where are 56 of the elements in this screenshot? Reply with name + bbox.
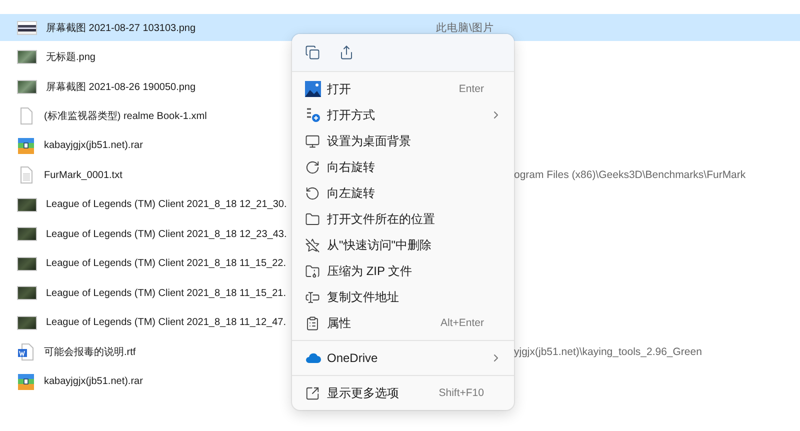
thumbnail-image <box>17 198 37 212</box>
file-name: League of Legends (TM) Client 2021_8_18 12_21_30. <box>46 199 287 210</box>
thumbnail-image <box>17 256 37 271</box>
file-name: kabayjgjx(jb51.net).rar <box>44 376 143 388</box>
zip-folder-icon <box>305 264 320 278</box>
file-location: 此电脑\图片 <box>436 20 494 35</box>
rotate-right-icon <box>305 160 320 174</box>
menu-item[interactable]: 显示更多选项 Shift+F10 <box>292 380 514 406</box>
menu-item[interactable]: 复制文件地址 <box>292 284 514 310</box>
menu-item[interactable]: 打开 Enter <box>292 76 514 102</box>
word-document-icon <box>17 343 35 362</box>
file-name: 可能会报毒的说明.rtf <box>44 346 136 360</box>
path-icon <box>305 290 320 304</box>
file-name: 无标题.png <box>46 50 96 64</box>
picture-icon <box>305 81 321 97</box>
monitor-icon <box>305 134 320 148</box>
shortcut-text: Alt+Enter <box>440 317 484 329</box>
file-name: 屏幕截图 2021-08-27 103103.png <box>46 22 196 35</box>
star-off-icon <box>305 238 320 252</box>
shortcut-text: Shift+F10 <box>438 387 484 399</box>
file-name: FurMark_0001.txt <box>44 170 122 181</box>
folder-icon <box>305 212 320 226</box>
thumbnail-image <box>17 316 37 330</box>
copy-icon <box>304 45 320 60</box>
thumbnail-image <box>17 80 37 94</box>
thumbnail-image <box>17 286 37 300</box>
archive-icon <box>17 136 35 155</box>
menu-item[interactable]: 设置为桌面背景 <box>292 128 514 154</box>
share-icon <box>338 45 354 60</box>
thumbnail-image <box>17 50 37 64</box>
thumbnail-image <box>17 20 37 35</box>
rotate-left-icon <box>305 186 320 200</box>
file-location: ogram Files (x86)\Geeks3D\Benchmarks\FurMark <box>514 169 746 182</box>
properties-icon <box>305 316 320 330</box>
menu-item[interactable]: 向左旋转 <box>292 180 514 206</box>
thumbnail-image <box>17 227 37 242</box>
menu-item[interactable]: OneDrive <box>292 345 514 371</box>
menu-item[interactable]: 从"快速访问"中删除 <box>292 232 514 258</box>
open-with-icon <box>305 107 321 123</box>
file-name: 屏幕截图 2021-08-26 190050.png <box>46 80 196 94</box>
menu-item[interactable]: 打开文件所在的位置 <box>292 206 514 232</box>
selected-row[interactable]: 屏幕截图 2021-08-27 103103.png 此电脑\图片 <box>0 14 800 42</box>
menu-item[interactable]: 属性 Alt+Enter <box>292 310 514 336</box>
file-name: League of Legends (TM) Client 2021_8_18 11_12_47. <box>46 317 286 328</box>
menu-item[interactable]: 向右旋转 <box>292 154 514 180</box>
menu-item[interactable]: 打开方式 <box>292 102 514 128</box>
file-name: kabayjgjx(jb51.net).rar <box>44 140 143 152</box>
shortcut-text: Enter <box>458 83 484 95</box>
menu-item[interactable]: 压缩为 ZIP 文件 <box>292 258 514 284</box>
file-name: League of Legends (TM) Client 2021_8_18 11_15_22. <box>46 258 286 270</box>
file-location: yjgjx(jb51.net)\kaying_tools_2.96_Green <box>514 346 702 358</box>
file-name: League of Legends (TM) Client 2021_8_18 11_15_21. <box>46 288 286 299</box>
archive-icon <box>17 372 35 391</box>
file-name: League of Legends (TM) Client 2021_8_18 12_23_43. <box>46 228 287 240</box>
file-name: (标准监视器类型) realme Book-1.xml <box>44 110 207 124</box>
more-options-icon <box>305 386 320 400</box>
